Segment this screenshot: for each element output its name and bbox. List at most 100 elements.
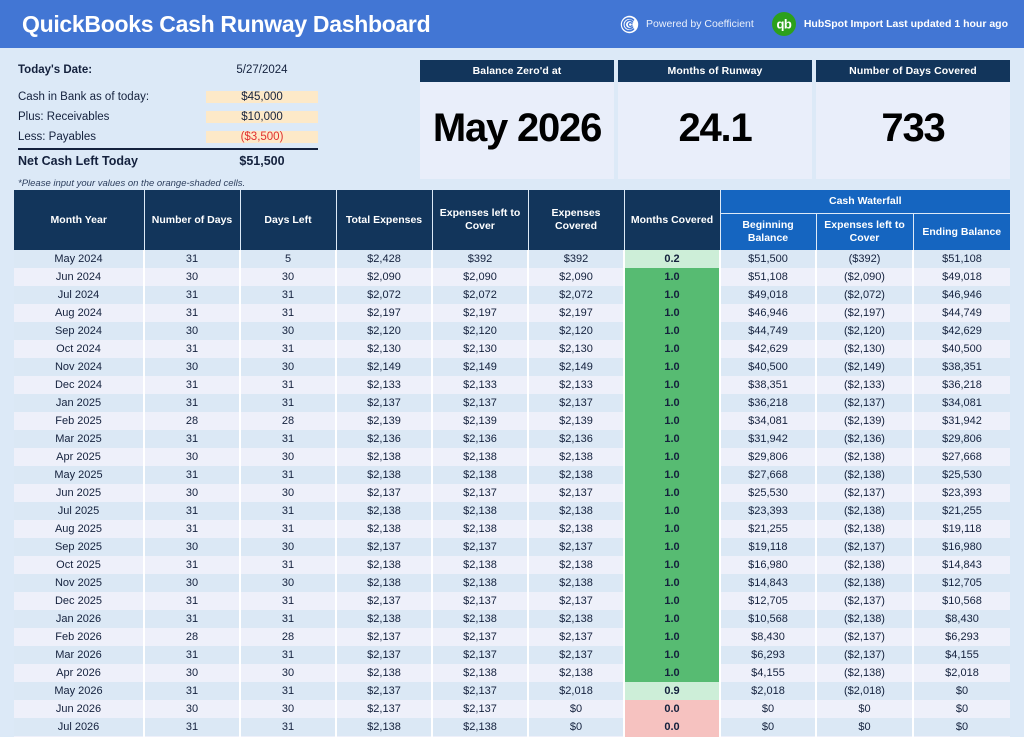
cell-total-expenses: $2,137 [336,682,433,701]
payables-input[interactable]: ($3,500) [206,131,318,143]
table-row[interactable]: Jan 2025 31 31 $2,137 $2,137 $2,137 1.0 $36,218… [14,394,1011,413]
cell-month-year: Oct 2025 [14,556,145,575]
cell-waterfall-expenses: ($2,138) [816,664,914,683]
cell-waterfall-expenses: ($392) [816,250,914,269]
cell-waterfall-expenses: ($2,130) [816,340,914,359]
table-row[interactable]: Jun 2026 30 30 $2,137 $2,137 $0 0.0 $0 $0 $0 [14,700,1011,719]
cell-month-year: Feb 2026 [14,628,145,647]
table-row[interactable]: Aug 2025 31 31 $2,138 $2,138 $2,138 1.0 $21,255… [14,520,1011,539]
table-row[interactable]: Apr 2025 30 30 $2,138 $2,138 $2,138 1.0 $29,806… [14,448,1011,467]
import-status-group[interactable]: qb HubSpot Import Last updated 1 hour ag… [771,12,1008,36]
last-updated-label: HubSpot Import Last updated 1 hour ago [803,18,1008,30]
app-header: QuickBooks Cash Runway Dashboard Powered… [0,0,1024,48]
table-row[interactable]: Sep 2024 30 30 $2,120 $2,120 $2,120 1.0 $44,749… [14,322,1011,341]
cell-expenses-covered: $2,137 [528,592,625,611]
table-row[interactable]: Jun 2024 30 30 $2,090 $2,090 $2,090 1.0 $51,108… [14,268,1011,287]
table-row[interactable]: Oct 2025 31 31 $2,138 $2,138 $2,138 1.0 $16,980… [14,556,1011,575]
cell-beginning-balance: $46,946 [720,304,817,323]
cell-total-expenses: $2,138 [336,664,433,683]
cell-beginning-balance: $19,118 [720,538,817,557]
col-month-year[interactable]: Month Year [14,190,145,251]
table-header: Month Year Number of Days Days Left Tota… [14,190,1011,251]
cell-ending-balance: $10,568 [913,592,1011,611]
table-row[interactable]: Feb 2025 28 28 $2,139 $2,139 $2,139 1.0 $34,081… [14,412,1011,431]
cell-number-of-days: 31 [144,556,241,575]
cell-waterfall-expenses: ($2,137) [816,484,914,503]
cell-waterfall-expenses: ($2,137) [816,592,914,611]
table-row[interactable]: Sep 2025 30 30 $2,137 $2,137 $2,137 1.0 $19,118… [14,538,1011,557]
receivables-row: Plus: Receivables $10,000 [18,107,318,127]
cell-expenses-covered: $2,137 [528,538,625,557]
cell-waterfall-expenses: ($2,137) [816,538,914,557]
table-row[interactable]: Jul 2026 31 31 $2,138 $2,138 $0 0.0 $0 $0 $0 [14,718,1011,737]
cash-summary-panel: Today's Date: 5/27/2024 Cash in Bank as … [18,60,318,189]
table-row[interactable]: Jul 2024 31 31 $2,072 $2,072 $2,072 1.0 $49,018… [14,286,1011,305]
col-number-of-days[interactable]: Number of Days [144,190,241,251]
cell-beginning-balance: $23,393 [720,502,817,521]
cell-ending-balance: $19,118 [913,520,1011,539]
col-ending-balance[interactable]: Ending Balance [913,213,1011,251]
cell-total-expenses: $2,138 [336,556,433,575]
cell-number-of-days: 31 [144,430,241,449]
cell-beginning-balance: $6,293 [720,646,817,665]
table-row[interactable]: Jun 2025 30 30 $2,137 $2,137 $2,137 1.0 $25,530… [14,484,1011,503]
table-row[interactable]: May 2024 31 5 $2,428 $392 $392 0.2 $51,500 ($392… [14,250,1011,269]
table-row[interactable]: Feb 2026 28 28 $2,137 $2,137 $2,137 1.0 $8,430(… [14,628,1011,647]
table-row[interactable]: Nov 2025 30 30 $2,138 $2,138 $2,138 1.0 $14,843… [14,574,1011,593]
cell-months-covered: 0.0 [623,700,721,719]
coefficient-brand[interactable]: Powered by Coefficient [620,15,754,34]
receivables-input[interactable]: $10,000 [206,111,318,123]
cell-expenses-left-to-cover: $2,137 [432,646,529,665]
table-row[interactable]: Dec 2025 31 31 $2,137 $2,137 $2,137 1.0 $12,705… [14,592,1011,611]
col-total-expenses[interactable]: Total Expenses [336,190,433,251]
cell-ending-balance: $2,018 [913,664,1011,683]
cell-expenses-left-to-cover: $2,137 [432,628,529,647]
cell-ending-balance: $40,500 [913,340,1011,359]
payables-row: Less: Payables ($3,500) [18,127,318,147]
col-beginning-balance[interactable]: Beginning Balance [720,213,817,251]
cell-beginning-balance: $44,749 [720,322,817,341]
table-row[interactable]: Dec 2024 31 31 $2,133 $2,133 $2,133 1.0 $38,351… [14,376,1011,395]
cell-months-covered: 1.0 [623,574,721,593]
table-row[interactable]: Mar 2025 31 31 $2,136 $2,136 $2,136 1.0 $31,942… [14,430,1011,449]
cell-months-covered: 1.0 [623,610,721,629]
col-days-left[interactable]: Days Left [240,190,337,251]
cell-expenses-covered: $2,139 [528,412,625,431]
cell-beginning-balance: $0 [720,700,817,719]
cell-month-year: Jun 2025 [14,484,145,503]
table-row[interactable]: May 2025 31 31 $2,138 $2,138 $2,138 1.0 $27,668… [14,466,1011,485]
cell-number-of-days: 31 [144,394,241,413]
table-row[interactable]: Nov 2024 30 30 $2,149 $2,149 $2,149 1.0 $40,500… [14,358,1011,377]
cell-days-left: 31 [240,610,337,629]
cash-in-bank-input[interactable]: $45,000 [206,91,318,103]
col-expenses-covered[interactable]: Expenses Covered [528,190,625,251]
cell-expenses-left-to-cover: $2,197 [432,304,529,323]
cell-total-expenses: $2,428 [336,250,433,269]
cell-expenses-covered: $2,138 [528,466,625,485]
table-row[interactable]: Mar 2026 31 31 $2,137 $2,137 $2,137 1.0 $6,293(… [14,646,1011,665]
cell-expenses-left-to-cover: $2,137 [432,682,529,701]
cell-ending-balance: $4,155 [913,646,1011,665]
table-row[interactable]: May 2026 31 31 $2,137 $2,137 $2,018 0.9 $2,018(… [14,682,1011,701]
col-expenses-left-to-cover[interactable]: Expenses left to Cover [432,190,529,251]
table-row[interactable]: Apr 2026 30 30 $2,138 $2,138 $2,138 1.0 $4,155(… [14,664,1011,683]
cell-months-covered: 1.0 [623,538,721,557]
todays-date-label: Today's Date: [18,64,93,76]
cell-month-year: Aug 2024 [14,304,145,323]
table-row[interactable]: Jul 2025 31 31 $2,138 $2,138 $2,138 1.0 $23,393… [14,502,1011,521]
table-row[interactable]: Aug 2024 31 31 $2,197 $2,197 $2,197 1.0 $46,946… [14,304,1011,323]
table-row[interactable]: Jan 2026 31 31 $2,138 $2,138 $2,138 1.0 $10,568… [14,610,1011,629]
cell-months-covered: 1.0 [623,286,721,305]
cell-ending-balance: $12,705 [913,574,1011,593]
cell-number-of-days: 31 [144,592,241,611]
cell-month-year: Jan 2026 [14,610,145,629]
col-months-covered[interactable]: Months Covered [624,190,721,251]
cell-months-covered: 1.0 [623,268,721,287]
col-waterfall-expenses-left[interactable]: Expenses left to Cover [816,213,914,251]
table-row[interactable]: Oct 2024 31 31 $2,130 $2,130 $2,130 1.0 $42,629… [14,340,1011,359]
cell-ending-balance: $51,108 [913,250,1011,269]
kpi-card-days-covered: Number of Days Covered 733 [816,60,1010,179]
cell-days-left: 31 [240,682,337,701]
cell-expenses-covered: $2,136 [528,430,625,449]
cell-ending-balance: $0 [913,718,1011,737]
